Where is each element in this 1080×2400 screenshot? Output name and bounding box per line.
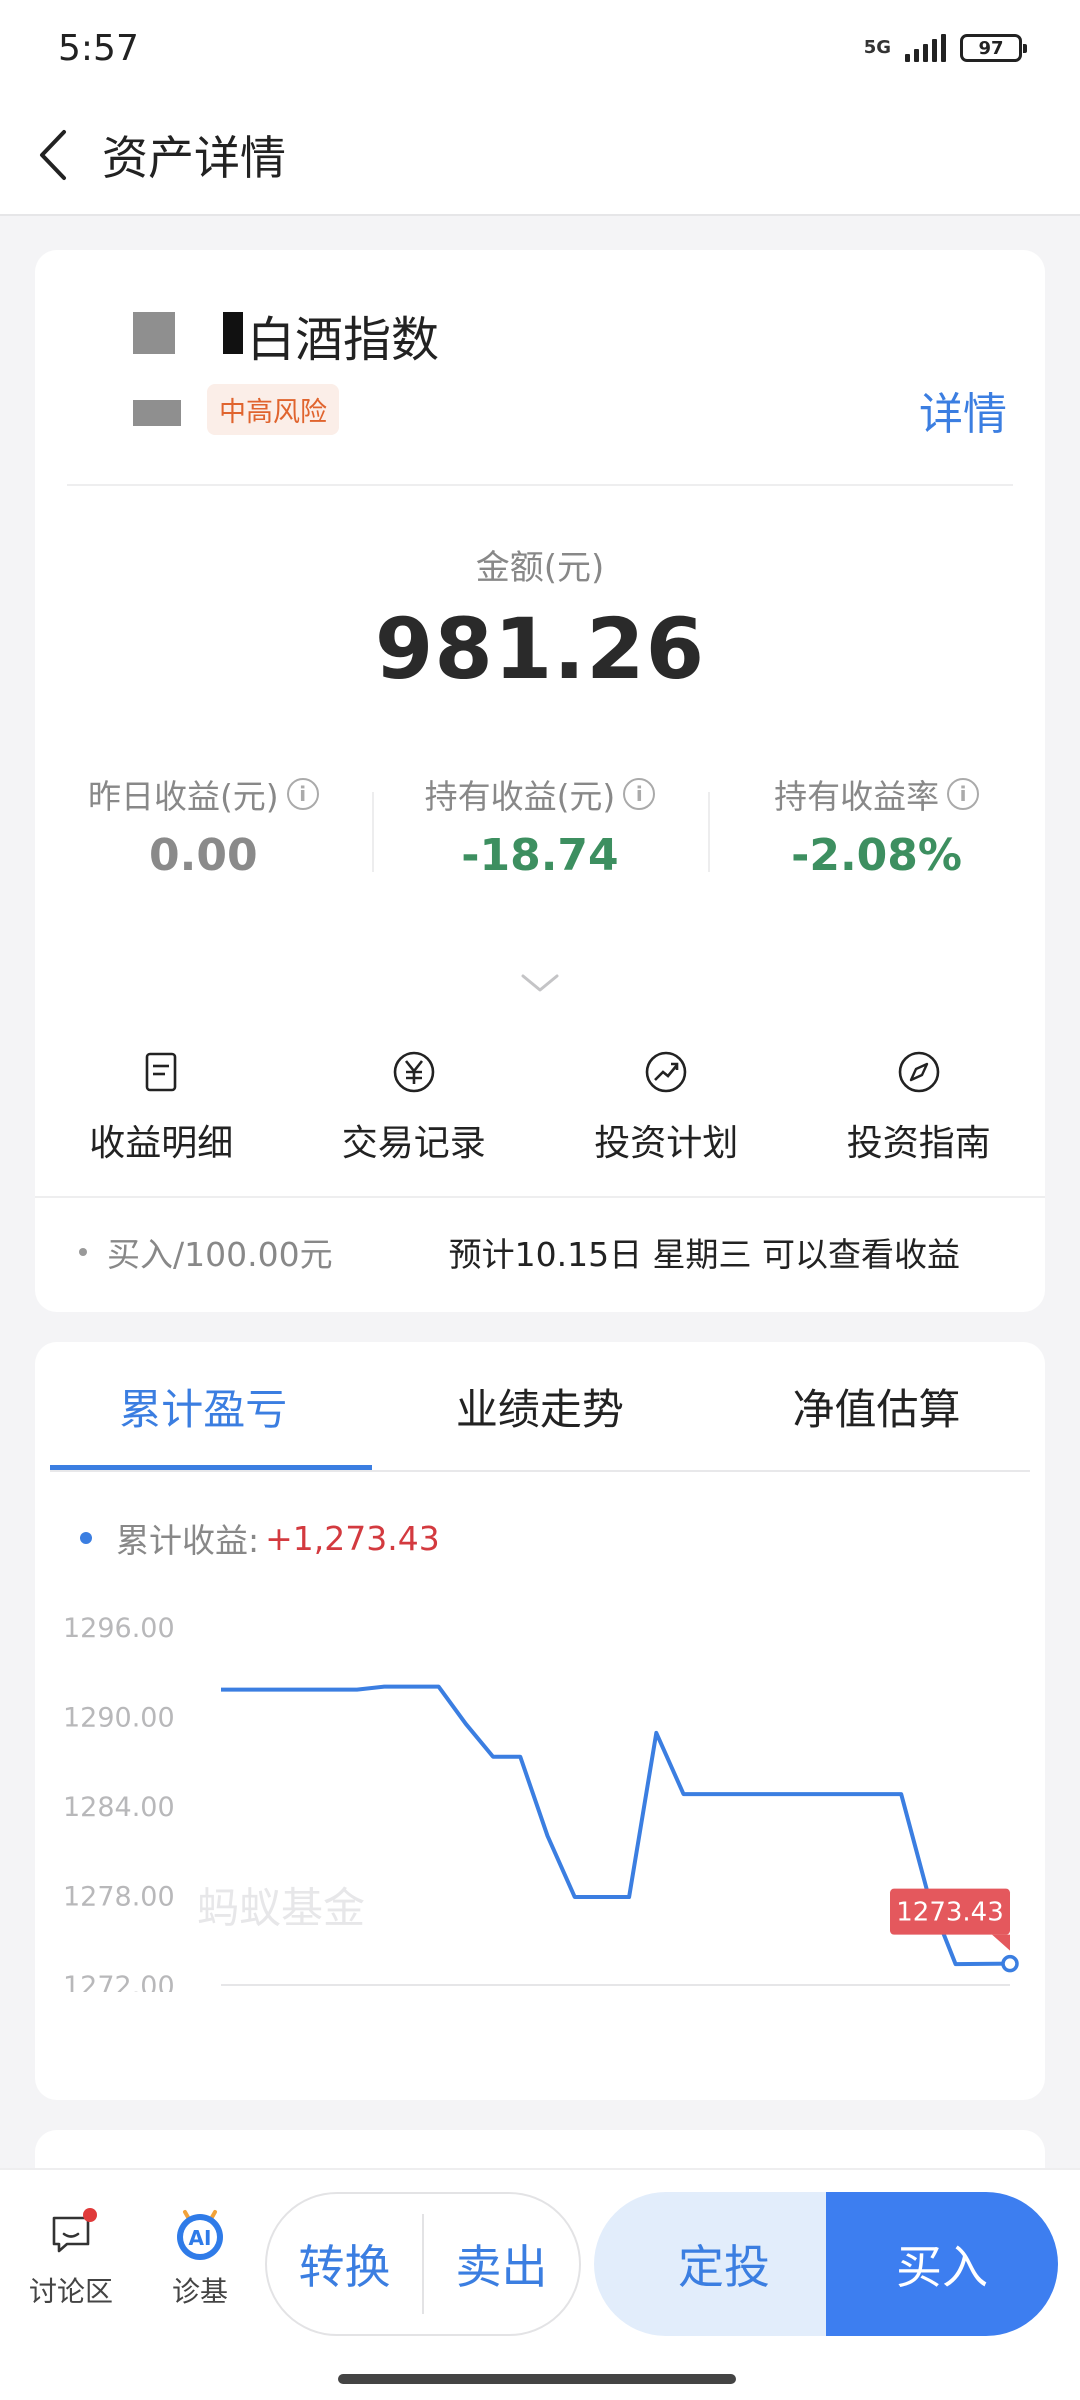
convert-button[interactable]: 转换 — [267, 2231, 422, 2297]
compass-icon — [898, 1051, 940, 1093]
discuss-button[interactable]: 讨论区 — [26, 2208, 116, 2310]
signal-icon — [905, 34, 946, 62]
chart-tabs: 累计盈亏 业绩走势 净值估算 — [35, 1342, 1045, 1470]
cumulative-chart[interactable]: 1296.001290.001284.001278.001272.0009-13… — [35, 1592, 1045, 1992]
chevron-left-icon — [40, 130, 66, 180]
info-icon[interactable]: i — [286, 778, 319, 810]
amount-label: 金额(元) — [475, 548, 605, 588]
ai-robot-icon: AI — [177, 2210, 223, 2260]
info-icon[interactable]: i — [947, 778, 980, 810]
redacted-mark — [223, 312, 243, 354]
redacted-mark — [133, 312, 175, 354]
cumulative-value: +1,273.43 — [265, 1518, 440, 1558]
stat-label: 持有收益(元) — [424, 777, 616, 816]
status-time: 5:57 — [58, 27, 139, 69]
stat-label: 昨日收益(元) — [87, 777, 279, 816]
action-label: 收益明细 — [89, 1123, 234, 1164]
chevron-down-icon[interactable] — [520, 972, 560, 994]
buy-button[interactable]: 买入 — [826, 2192, 1058, 2336]
stat-yesterday: 昨日收益(元) i 0.00 — [35, 770, 372, 881]
ai-badge-text: AI — [189, 2226, 212, 2250]
chart-card: 累计盈亏 业绩走势 净值估算 累计收益: +1,273.43 1296.00 12… — [35, 1342, 1045, 2100]
back-button[interactable] — [8, 95, 98, 215]
battery-level: 97 — [978, 37, 1004, 59]
asset-card: 白酒指数 中高风险 详情 金额(元) 981.26 昨日收益(元) i 0.00… — [35, 250, 1045, 1312]
stat-value: -18.74 — [461, 830, 619, 881]
discuss-label: 讨论区 — [28, 2275, 113, 2308]
risk-badge: 中高风险 — [207, 384, 339, 435]
stats-row: 昨日收益(元) i 0.00 持有收益(元) i -18.74 持有收益率 i … — [35, 770, 1045, 881]
cumulative-summary: 累计收益: +1,273.43 — [80, 1514, 440, 1562]
y-tick-label: 1296.00 — [63, 1613, 175, 1644]
info-icon[interactable]: i — [623, 778, 656, 810]
pending-hint: 预计10.15日 星期三 可以查看收益 — [448, 1235, 961, 1274]
redacted-mark — [133, 400, 181, 426]
stat-holding: 持有收益(元) i -18.74 — [371, 770, 709, 881]
quick-actions: 收益明细 交易记录 投资计划 投资指南 — [35, 1050, 1045, 1170]
legend-dot — [80, 1532, 92, 1544]
action-label: 投资计划 — [594, 1123, 739, 1164]
trend-icon — [645, 1051, 687, 1093]
pending-order: 买入/100.00元 — [107, 1235, 333, 1274]
stat-label: 持有收益率 — [774, 777, 940, 816]
value-tooltip-pointer — [992, 1934, 1010, 1951]
action-trade-records[interactable]: 交易记录 — [288, 1050, 541, 1170]
y-tick-label: 1272.00 — [63, 1971, 175, 1992]
cumulative-label: 累计收益: — [116, 1521, 260, 1560]
tab-performance[interactable]: 业绩走势 — [372, 1342, 709, 1470]
status-bar: 5:57 5G 97 — [0, 0, 1080, 96]
value-tooltip: 1273.43 — [896, 1898, 1004, 1928]
action-label: 投资指南 — [846, 1123, 991, 1164]
action-investment-guide[interactable]: 投资指南 — [793, 1050, 1046, 1170]
y-tick-label: 1290.00 — [63, 1703, 175, 1734]
chat-icon-wrap — [49, 2208, 97, 2256]
tab-nav-estimate[interactable]: 净值估算 — [708, 1342, 1045, 1470]
pending-notice[interactable]: 买入/100.00元 预计10.15日 星期三 可以查看收益 — [35, 1197, 1045, 1307]
details-link[interactable]: 详情 — [919, 378, 1007, 442]
y-tick-label: 1284.00 — [63, 1792, 175, 1823]
page-title: 资产详情 — [102, 131, 286, 185]
diagnose-button[interactable]: AI 诊基 — [158, 2202, 242, 2310]
fund-name: 白酒指数 — [247, 312, 440, 368]
battery-icon: 97 — [960, 34, 1027, 62]
divider — [67, 484, 1013, 486]
sell-button[interactable]: 卖出 — [424, 2231, 579, 2297]
bullet-icon — [79, 1248, 87, 1256]
chart-watermark: 蚂蚁基金 — [197, 1883, 365, 1932]
stat-rate: 持有收益率 i -2.08% — [708, 770, 1045, 881]
notification-dot — [83, 2208, 97, 2222]
stat-value: 0.00 — [149, 830, 258, 881]
document-icon — [145, 1052, 177, 1092]
last-point-marker — [1001, 1954, 1019, 1973]
stat-value: -2.08% — [791, 830, 963, 881]
home-indicator[interactable] — [338, 2374, 736, 2384]
tab-cumulative[interactable]: 累计盈亏 — [35, 1342, 372, 1470]
page-header: 资产详情 — [0, 96, 1080, 216]
network-label: 5G — [863, 37, 891, 58]
yuan-icon — [393, 1051, 435, 1093]
action-income-details[interactable]: 收益明细 — [35, 1050, 288, 1170]
status-icons: 5G 97 — [863, 34, 1027, 62]
action-label: 交易记录 — [341, 1123, 486, 1164]
bottom-action-bar: 讨论区 AI 诊基 转换 卖出 定投 买入 — [0, 2168, 1080, 2400]
y-tick-label: 1278.00 — [63, 1882, 175, 1913]
action-investment-plan[interactable]: 投资计划 — [540, 1050, 793, 1170]
convert-sell-group: 转换 卖出 — [265, 2192, 581, 2336]
diagnose-label: 诊基 — [171, 2275, 228, 2308]
divider — [50, 1470, 1030, 1472]
auto-invest-button[interactable]: 定投 — [594, 2192, 854, 2336]
amount-value: 981.26 — [374, 600, 706, 698]
